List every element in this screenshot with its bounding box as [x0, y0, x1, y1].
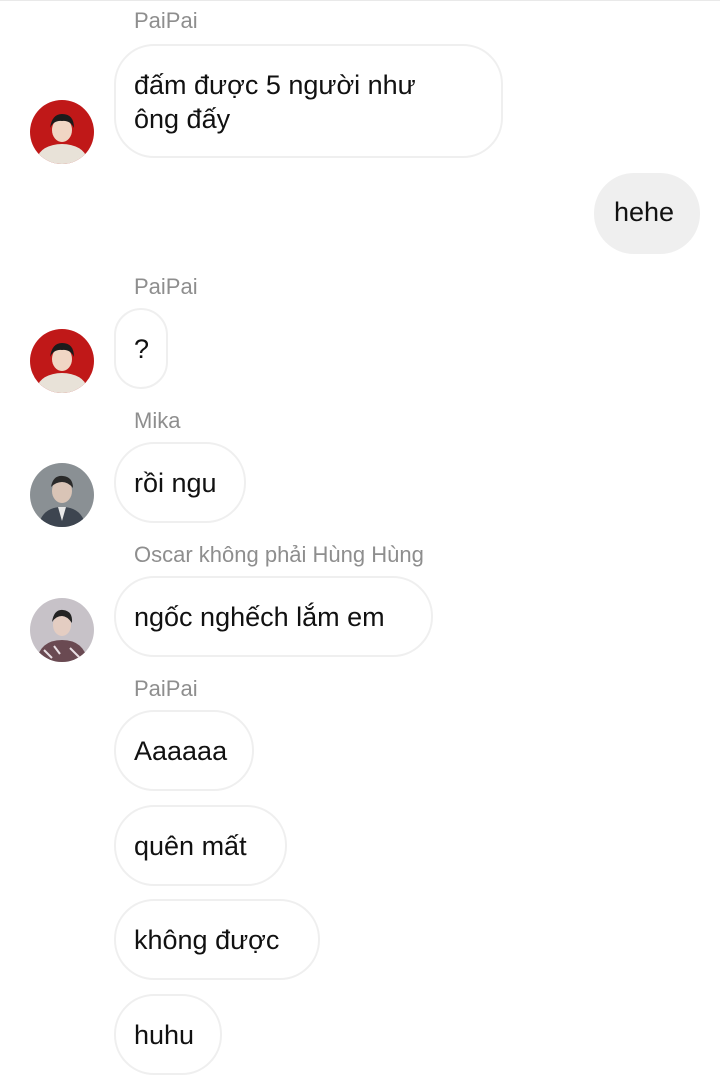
sender-name-oscar: Oscar không phải Hùng Hùng — [134, 542, 424, 567]
sender-name-mika: Mika — [134, 408, 181, 433]
message-bubble[interactable]: không được — [114, 899, 320, 980]
my-message-bubble[interactable]: hehe — [594, 173, 700, 254]
avatar-oscar[interactable] — [30, 598, 94, 662]
avatar-mika[interactable] — [30, 463, 94, 527]
message-bubble[interactable]: ? — [114, 308, 168, 389]
message-bubble[interactable]: đấm được 5 người như ông đấy — [114, 44, 503, 158]
message-bubble[interactable]: quên mất — [114, 805, 287, 886]
message-bubble[interactable]: huhu — [114, 994, 222, 1075]
sender-name-paipai: PaiPai — [134, 676, 198, 701]
message-bubble[interactable]: rồi ngu — [114, 442, 246, 523]
avatar-paipai[interactable] — [30, 100, 94, 164]
message-bubble[interactable]: Aaaaaa — [114, 710, 254, 791]
sender-name-paipai: PaiPai — [134, 274, 198, 299]
message-bubble[interactable]: ngốc nghếch lắm em — [114, 576, 433, 657]
sender-name-paipai: PaiPai — [134, 8, 198, 33]
top-divider — [0, 0, 720, 1]
avatar-paipai[interactable] — [30, 329, 94, 393]
